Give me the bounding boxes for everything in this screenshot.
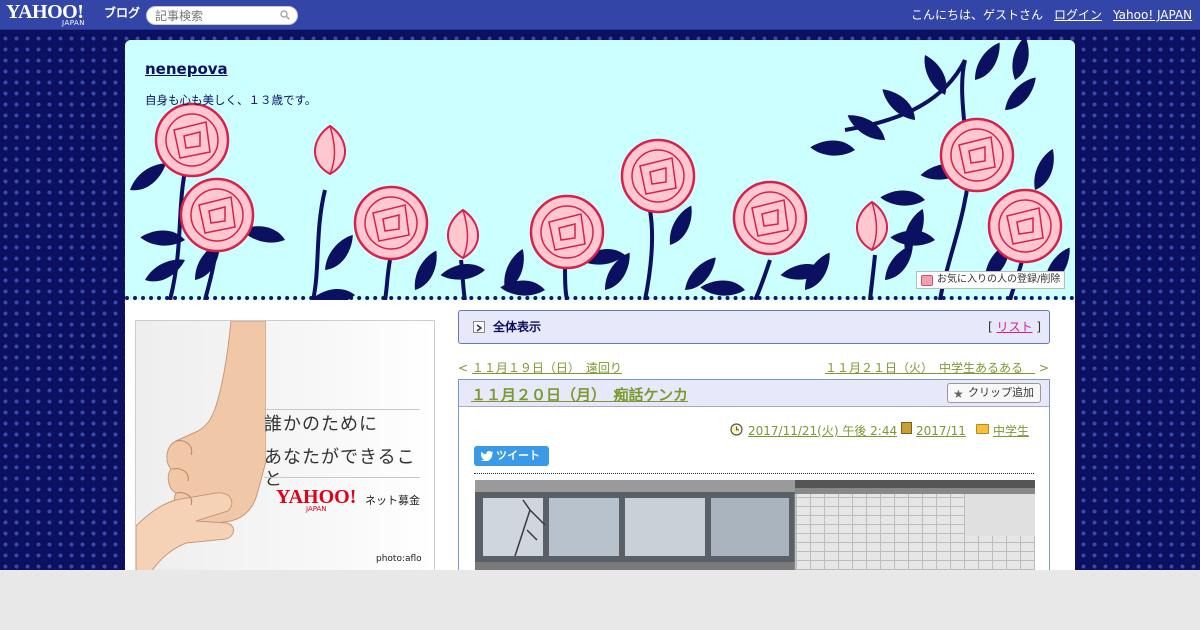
folder-icon [976, 424, 989, 434]
ad-rule-top [264, 409, 420, 410]
blog-entry: １１月２０日（月） 痴話ケンカ ★ クリップ追加 2017/11/21(火) 午… [458, 379, 1050, 570]
handshake-illustration [136, 321, 266, 570]
ad-headline-2: あなたができること [264, 447, 416, 490]
blog-description: 自身も心も美しく、１３歳です。 [145, 93, 317, 107]
ad-headline-1: 誰かのために [264, 414, 378, 435]
ad-donation-label: ネット募金 [365, 494, 420, 507]
rose-header-illustration [126, 40, 1075, 300]
prev-entry-link[interactable]: １１月１９日（日） 遠回り [472, 361, 622, 375]
ad-rule-bottom [264, 477, 420, 478]
list-bracket-open: [ [987, 320, 993, 334]
list-bracket-close: ] [1036, 320, 1041, 334]
entry-header: １１月２０日（月） 痴話ケンカ ★ クリップ追加 [459, 380, 1049, 407]
next-entry-link[interactable]: １１月２１日（火） 中学生あるある [825, 361, 1035, 375]
entry-divider [474, 473, 1034, 474]
entry-title[interactable]: １１月２０日（月） 痴話ケンカ [471, 386, 688, 404]
next-arrow: > [1038, 361, 1049, 375]
view-all-header: 全体表示 [ リスト ] [458, 310, 1050, 344]
logo-sub: JAPAN [62, 19, 86, 27]
yahoo-blog-logo[interactable]: YAHOO! JAPAN ブログ [6, 2, 140, 28]
clip-add-button[interactable]: ★ クリップ追加 [947, 383, 1041, 403]
blog-header: nenepova 自身も心も美しく、１３歳です。 お気に入りの人の登録/削除 [125, 40, 1075, 300]
entry-photo [475, 480, 1035, 570]
entry-datetime-link[interactable]: 2017/11/21(火) 午後 2:44 [748, 424, 897, 438]
entry-month: 2017/11 [916, 424, 966, 438]
greeting-text: こんにちは、ゲストさん [911, 8, 1044, 22]
search-input[interactable] [146, 6, 298, 25]
favorite-icon [921, 275, 933, 286]
search-icon[interactable] [280, 10, 290, 20]
top-bar: YAHOO! JAPAN ブログ こんにちは、ゲストさん ログイン Yahoo!… [0, 0, 1200, 30]
ad-photo-credit: photo:aflo [376, 554, 422, 564]
arrow-right-icon [473, 321, 485, 333]
login-link[interactable]: ログイン [1054, 8, 1102, 22]
yahoo-japan-link[interactable]: Yahoo! JAPAN [1113, 8, 1192, 22]
tweet-label: ツイート [496, 449, 540, 462]
view-all-label: 全体表示 [493, 320, 542, 334]
clock-icon [730, 423, 743, 436]
star-icon: ★ [953, 387, 964, 401]
yahoo-donation-ad[interactable]: 誰かのために あなたができること YAHOO! JAPAN ネット募金 phot… [135, 320, 435, 570]
entry-category-link[interactable]: 中学生 [993, 424, 1029, 438]
prev-arrow: < [458, 361, 469, 375]
blog-container: nenepova 自身も心も美しく、１３歳です。 お気に入りの人の登録/削除 誰… [125, 40, 1075, 570]
tweet-button[interactable]: ツイート [474, 446, 549, 466]
entry-category: 中学生 [993, 424, 1029, 438]
blog-title[interactable]: nenepova [145, 60, 228, 78]
list-link-wrapper: [ リスト ] [988, 320, 1041, 334]
logo-blog: ブログ [104, 6, 141, 20]
next-entry: １１月２１日（火） 中学生あるある > [825, 361, 1049, 375]
entry-datetime: 2017/11/21(火) 午後 2:44 [748, 424, 897, 438]
favorite-button-label: お気に入りの人の登録/削除 [937, 274, 1061, 285]
favorite-register-button[interactable]: お気に入りの人の登録/削除 [916, 271, 1065, 289]
prev-entry: < １１月１９日（日） 遠回り [458, 361, 622, 375]
entry-month-link[interactable]: 2017/11 [916, 424, 966, 438]
calendar-icon [901, 422, 912, 434]
list-link[interactable]: リスト [996, 320, 1032, 334]
twitter-bird-icon [481, 451, 493, 461]
clip-button-label: クリップ追加 [968, 386, 1034, 399]
ad-yahoo-sub: JAPAN [306, 505, 327, 513]
page-background: YAHOO! JAPAN ブログ こんにちは、ゲストさん ログイン Yahoo!… [0, 0, 1200, 570]
